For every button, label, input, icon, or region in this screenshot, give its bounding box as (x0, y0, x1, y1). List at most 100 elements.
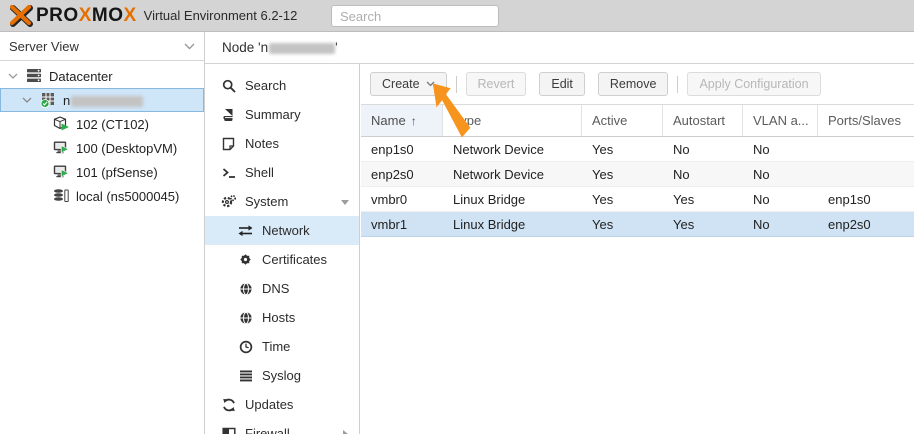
nav-item-certificates[interactable]: Certificates (205, 245, 359, 274)
remove-button-label: Remove (610, 77, 657, 91)
cell-vlan: No (743, 192, 818, 207)
chevron-down-icon (184, 43, 195, 50)
tree-item-storage-local[interactable]: local (ns5000045) (0, 184, 204, 208)
globe-icon (238, 310, 253, 325)
column-header-ports-slaves[interactable]: Ports/Slaves (818, 105, 914, 136)
nav-item-shell[interactable]: Shell (205, 158, 359, 187)
nav-item-label: Search (245, 78, 286, 93)
toolbar-separator (456, 76, 457, 93)
global-search-input[interactable] (331, 5, 499, 27)
brand-wordmark: PROXMOX (36, 5, 137, 27)
table-row-enp2s0[interactable]: enp2s0 Network Device Yes No No (361, 162, 914, 187)
nav-item-search[interactable]: Search (205, 71, 359, 100)
nav-item-label: Shell (245, 165, 274, 180)
column-header-vlan[interactable]: VLAN a... (743, 105, 818, 136)
redacted-node-name (269, 43, 335, 54)
collapse-caret-icon[interactable] (340, 197, 350, 207)
apply-configuration-button[interactable]: Apply Configuration (687, 72, 820, 96)
nav-item-notes[interactable]: Notes (205, 129, 359, 158)
cell-name: vmbr0 (361, 192, 443, 207)
tree-item-ct102[interactable]: 102 (CT102) (0, 112, 204, 136)
caret-down-icon[interactable] (22, 93, 36, 107)
nav-item-syslog[interactable]: Syslog (205, 361, 359, 390)
expand-caret-icon[interactable] (340, 429, 350, 434)
nav-item-label: Summary (245, 107, 301, 122)
resource-tree: Datacenter n (0, 61, 204, 208)
table-row-vmbr1[interactable]: vmbr1 Linux Bridge Yes Yes No enp2s0 (361, 212, 914, 237)
table-row-enp1s0[interactable]: enp1s0 Network Device Yes No No (361, 137, 914, 162)
tree-item-vm101[interactable]: 101 (pfSense) (0, 160, 204, 184)
cell-type: Network Device (443, 142, 582, 157)
content-titlebar: Node 'n' (205, 32, 914, 64)
tree-item-label: Datacenter (49, 69, 113, 84)
vm-icon (53, 164, 70, 180)
tree-item-label: 101 (pfSense) (76, 165, 158, 180)
nav-item-system[interactable]: System (205, 187, 359, 216)
cell-vlan: No (743, 217, 818, 232)
nav-item-label: Network (262, 223, 310, 238)
nav-item-updates[interactable]: Updates (205, 390, 359, 419)
nav-item-label: Syslog (262, 368, 301, 383)
proxmox-logo-icon (8, 4, 34, 28)
app-header: PROXMOX Virtual Environment 6.2-12 (0, 0, 914, 32)
cell-active: Yes (582, 167, 663, 182)
view-selector-dropdown[interactable]: Server View (0, 32, 204, 61)
firewall-icon (221, 426, 236, 434)
proxmox-app: { "header": { "brand": { "p1": "PRO", "x… (0, 0, 914, 434)
column-header-type[interactable]: Type (443, 105, 582, 136)
table-row-vmbr0[interactable]: vmbr0 Linux Bridge Yes Yes No enp1s0 (361, 187, 914, 212)
cell-active: Yes (582, 142, 663, 157)
view-selector-label: Server View (9, 39, 79, 54)
nav-item-time[interactable]: Time (205, 332, 359, 361)
clock-icon (238, 339, 253, 354)
tree-item-vm100[interactable]: 100 (DesktopVM) (0, 136, 204, 160)
nav-item-hosts[interactable]: Hosts (205, 303, 359, 332)
cell-type: Linux Bridge (443, 192, 582, 207)
revert-button[interactable]: Revert (466, 72, 527, 96)
nav-item-label: DNS (262, 281, 289, 296)
nav-item-label: System (245, 194, 288, 209)
sidebar: Server View Datacenter (0, 32, 205, 434)
cell-autostart: No (663, 142, 743, 157)
nav-item-label: Firewall (245, 426, 290, 434)
nav-item-label: Certificates (262, 252, 327, 267)
cell-active: Yes (582, 192, 663, 207)
refresh-icon (221, 397, 236, 412)
cell-ports: enp2s0 (818, 217, 914, 232)
remove-button[interactable]: Remove (598, 72, 669, 96)
edit-button[interactable]: Edit (539, 72, 585, 96)
certificate-seal-icon (238, 252, 253, 267)
cell-type: Network Device (443, 167, 582, 182)
nav-item-firewall[interactable]: Firewall (205, 419, 359, 434)
cell-name: enp2s0 (361, 167, 443, 182)
toolbar-separator (677, 76, 678, 93)
cell-autostart: No (663, 167, 743, 182)
nav-item-summary[interactable]: Summary (205, 100, 359, 129)
cell-name: vmbr1 (361, 217, 443, 232)
caret-down-icon[interactable] (8, 69, 22, 83)
apply-configuration-label: Apply Configuration (699, 77, 808, 91)
create-button[interactable]: Create (370, 72, 447, 96)
note-icon (221, 136, 236, 151)
tree-item-node[interactable]: n (0, 88, 204, 112)
column-header-label: VLAN a... (753, 113, 809, 128)
node-icon (40, 92, 57, 108)
network-panel: Create Revert Edit Remove Apply Configur… (361, 64, 914, 434)
cell-autostart: Yes (663, 192, 743, 207)
nav-item-dns[interactable]: DNS (205, 274, 359, 303)
nav-item-network[interactable]: Network (205, 216, 359, 245)
column-header-autostart[interactable]: Autostart (663, 105, 743, 136)
column-header-label: Ports/Slaves (828, 113, 901, 128)
tree-item-datacenter[interactable]: Datacenter (0, 64, 204, 88)
cell-type: Linux Bridge (443, 217, 582, 232)
datacenter-icon (26, 68, 43, 84)
gears-icon (221, 194, 236, 209)
nav-item-label: Notes (245, 136, 279, 151)
nav-item-label: Time (262, 339, 290, 354)
column-header-name[interactable]: Name ↑ (361, 105, 443, 136)
column-header-active[interactable]: Active (582, 105, 663, 136)
grid-header-row: Name ↑ Type Active Autostart VLAN a... P… (361, 104, 914, 137)
shell-icon (221, 165, 236, 180)
tree-item-label: n (63, 93, 143, 108)
column-header-label: Name (371, 113, 406, 128)
